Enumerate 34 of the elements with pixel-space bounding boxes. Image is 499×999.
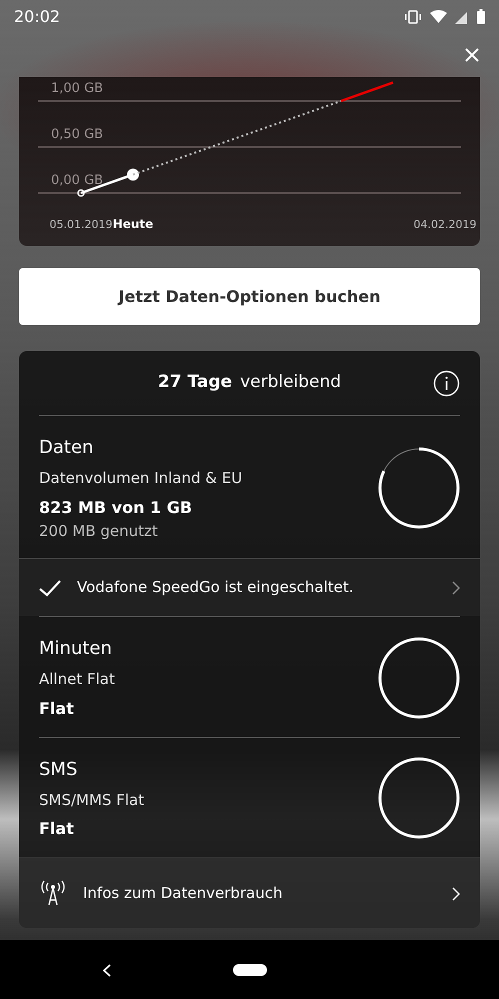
days-remaining-label: verbleibend — [240, 371, 342, 394]
plan-name: SMS/MMS Flat — [39, 790, 144, 810]
axis-label: 0,50 GB — [51, 127, 104, 142]
today-point — [127, 168, 139, 181]
axis-label: 0,00 GB — [51, 173, 104, 188]
book-options-button[interactable]: Jetzt Daten-Optionen buchen — [19, 268, 480, 325]
usage-line — [340, 81, 394, 102]
axis-label: 1,00 GB — [51, 81, 104, 96]
start-point — [77, 189, 85, 197]
date-label: 05.01.2019 — [50, 218, 112, 231]
usage-title: Daten — [39, 436, 94, 460]
usage-amount: 823 MB von 1 GB — [39, 496, 194, 518]
plan-name: Allnet Flat — [39, 669, 115, 690]
plan-name: Datenvolumen Inland & EU — [39, 468, 242, 489]
antenna-icon — [39, 880, 67, 906]
signal-icon — [455, 10, 469, 24]
date-label: 04.02.2019 — [414, 218, 476, 231]
info-icon[interactable] — [433, 370, 460, 397]
wifi-icon — [430, 10, 447, 23]
usage-amount: Flat — [39, 818, 75, 840]
usage-title: SMS — [39, 758, 78, 782]
link-text: Infos zum Datenverbrauch — [83, 882, 284, 904]
speedgo-row[interactable]: Vodafone SpeedGo ist eingeschaltet. — [19, 558, 480, 616]
days-count: 27 Tage — [158, 371, 232, 394]
usage-amount: Flat — [39, 698, 75, 720]
battery-icon — [477, 9, 485, 24]
notice-text: Vodafone SpeedGo ist eingeschaltet. — [77, 577, 355, 598]
usage-title: Minuten — [39, 637, 113, 661]
vibrate-icon — [404, 10, 422, 24]
data-info-link[interactable]: Infos zum Datenverbrauch — [19, 857, 480, 928]
used-amount: 200 MB genutzt — [39, 520, 159, 542]
status-time: 20:02 — [14, 6, 60, 28]
date-label: Heute — [112, 217, 154, 231]
home-button[interactable] — [232, 964, 266, 976]
